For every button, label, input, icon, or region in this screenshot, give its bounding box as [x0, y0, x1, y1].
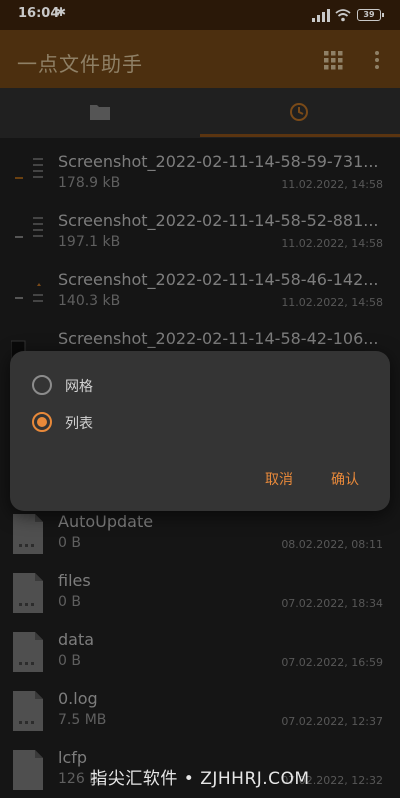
file-name: Screenshot_2022-02-11-14-58-59-731...	[58, 152, 379, 171]
list-item[interactable]: 0.log 7.5 MB 07.02.2022, 12:37	[0, 687, 400, 746]
file-date: 11.02.2022, 14:58	[281, 296, 383, 309]
folder-icon	[90, 105, 110, 120]
file-size: 0 B	[58, 653, 81, 669]
file-name: Screenshot_2022-02-11-14-58-42-106...	[58, 329, 379, 348]
file-date: 07.02.2022, 16:59	[281, 656, 383, 669]
list-option[interactable]: 列表	[32, 407, 272, 437]
list-item[interactable]: Screenshot_2022-02-11-14-58-52-881... 19…	[0, 209, 400, 268]
list-radio[interactable]	[32, 412, 52, 432]
file-icon	[13, 632, 43, 672]
file-name: 0.log	[58, 689, 98, 708]
list-item[interactable]: Screenshot_2022-02-11-14-58-46-142... 14…	[0, 268, 400, 327]
status-time: 16:04	[18, 6, 60, 21]
file-name: data	[58, 630, 95, 649]
file-date: 11.02.2022, 14:58	[281, 237, 383, 250]
file-size: 197.1 kB	[58, 234, 121, 250]
tab-bar	[0, 88, 400, 138]
battery-icon: 39	[357, 9, 384, 21]
list-item[interactable]: files 0 B 07.02.2022, 18:34	[0, 569, 400, 628]
file-size: 7.5 MB	[58, 712, 107, 728]
image-thumbnail	[15, 217, 43, 238]
status-bar: 16:04 ✱ 39	[0, 0, 400, 30]
wifi-icon	[335, 9, 351, 22]
image-thumbnail	[15, 158, 43, 179]
cancel-button[interactable]: 取消	[257, 468, 301, 492]
file-icon	[13, 514, 43, 554]
file-name: Screenshot_2022-02-11-14-58-52-881...	[58, 211, 379, 230]
tab-recent[interactable]	[200, 88, 400, 138]
list-item[interactable]: data 0 B 07.02.2022, 16:59	[0, 628, 400, 687]
active-tab-indicator	[200, 134, 400, 137]
file-size: 140.3 kB	[58, 293, 121, 309]
file-icon	[13, 691, 43, 731]
file-name: AutoUpdate	[58, 512, 154, 531]
confirm-button[interactable]: 确认	[323, 468, 367, 492]
grid-view-icon[interactable]	[322, 49, 344, 71]
file-date: 11.02.2022, 14:58	[281, 178, 383, 191]
tab-folders[interactable]	[0, 88, 200, 138]
file-size: 0 B	[58, 594, 81, 610]
grid-option[interactable]: 网格	[32, 370, 272, 400]
more-menu-icon[interactable]	[366, 49, 388, 71]
signal-icon	[312, 9, 330, 22]
file-icon	[13, 573, 43, 613]
file-size: 178.9 kB	[58, 175, 121, 191]
grid-option-label: 网格	[65, 379, 93, 395]
file-date: 07.02.2022, 12:37	[281, 715, 383, 728]
grid-radio[interactable]	[32, 375, 52, 395]
watermark: 指尖汇软件 • ZJHHRJ.COM	[90, 769, 310, 789]
image-thumbnail	[15, 283, 43, 302]
file-size: 0 B	[58, 535, 81, 551]
list-item[interactable]: Screenshot_2022-02-11-14-58-59-731... 17…	[0, 150, 400, 209]
file-date: 07.02.2022, 18:34	[281, 597, 383, 610]
file-name: Screenshot_2022-02-11-14-58-46-142...	[58, 270, 379, 289]
clock-icon	[290, 103, 308, 121]
list-item[interactable]: AutoUpdate 0 B 08.02.2022, 08:11	[0, 510, 400, 569]
view-mode-dialog: 网格 列表 取消 确认	[10, 351, 390, 511]
app-title: 一点文件助手	[17, 52, 143, 76]
app-bar: 一点文件助手	[0, 30, 400, 88]
file-name: files	[58, 571, 91, 590]
list-option-label: 列表	[65, 416, 93, 432]
file-date: 08.02.2022, 08:11	[281, 538, 383, 551]
bluetooth-icon: ✱	[56, 5, 67, 19]
